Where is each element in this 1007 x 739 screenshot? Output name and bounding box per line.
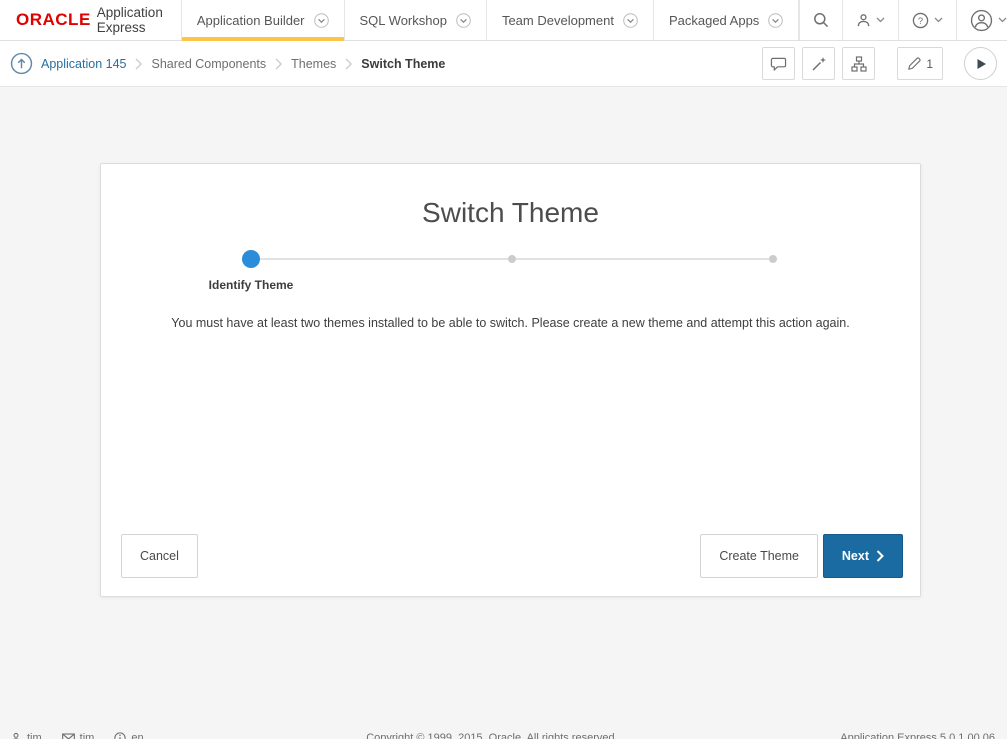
footer-user[interactable]: tim — [10, 732, 42, 739]
edit-page-number: 1 — [926, 57, 933, 71]
search-icon — [813, 12, 829, 28]
footer-version: Application Express 5.0.1.00.06 — [840, 732, 995, 739]
tab-sql-workshop[interactable]: SQL Workshop — [344, 0, 486, 40]
chevron-down-icon — [876, 17, 885, 23]
pencil-icon — [907, 57, 921, 71]
breadcrumb-separator-icon — [135, 58, 142, 70]
magic-wand-icon — [811, 56, 827, 72]
footer-copyright: Copyright © 1999, 2015, Oracle. All righ… — [366, 732, 617, 739]
wizard-step-3-dot — [769, 255, 777, 263]
edit-page-button[interactable]: 1 — [897, 47, 943, 80]
chevron-down-circle-icon[interactable] — [768, 13, 783, 28]
wizard-step-2-dot — [508, 255, 516, 263]
tab-label: Packaged Apps — [669, 13, 759, 28]
info-icon — [114, 732, 126, 739]
chevron-down-circle-icon[interactable] — [623, 13, 638, 28]
wizard-progress: Identify Theme — [251, 250, 773, 310]
cancel-button[interactable]: Cancel — [121, 534, 198, 578]
top-header: ORACLE Application Express Application B… — [0, 0, 1007, 41]
wizard-title: Switch Theme — [101, 197, 920, 229]
tab-application-builder[interactable]: Application Builder — [181, 0, 344, 40]
footer-workspace-label: tim — [80, 732, 95, 739]
account-menu-button[interactable] — [956, 0, 1007, 40]
oracle-logo: ORACLE — [16, 10, 91, 30]
wizard-step-current-dot — [242, 250, 260, 268]
speech-bubble-icon — [770, 56, 787, 72]
chevron-right-icon — [876, 550, 884, 562]
switch-theme-wizard-card: Switch Theme Identify Theme You must hav… — [100, 163, 921, 597]
help-icon: ? — [912, 12, 929, 29]
admin-user-icon — [856, 13, 871, 28]
next-button[interactable]: Next — [823, 534, 903, 578]
tab-label: Application Builder — [197, 13, 305, 28]
wizard-step-label: Identify Theme — [191, 278, 311, 292]
footer-language-label: en — [131, 732, 143, 739]
next-button-label: Next — [842, 549, 869, 563]
main-nav-tabs: Application Builder SQL Workshop Team De… — [181, 0, 799, 40]
footer-workspace[interactable]: tim — [62, 732, 95, 739]
play-icon — [975, 58, 987, 70]
tab-label: Team Development — [502, 13, 614, 28]
utilities-button[interactable] — [802, 47, 835, 80]
create-theme-button[interactable]: Create Theme — [700, 534, 818, 578]
breadcrumb-application[interactable]: Application 145 — [41, 57, 126, 71]
svg-text:?: ? — [918, 15, 923, 26]
breadcrumb-separator-icon — [275, 58, 282, 70]
search-button[interactable] — [799, 0, 842, 40]
tab-packaged-apps[interactable]: Packaged Apps — [653, 0, 799, 40]
up-level-icon[interactable] — [10, 52, 33, 75]
breadcrumb-shared-components[interactable]: Shared Components — [151, 57, 266, 71]
breadcrumb-themes[interactable]: Themes — [291, 57, 336, 71]
tab-team-development[interactable]: Team Development — [486, 0, 653, 40]
account-icon — [970, 9, 993, 32]
chevron-down-circle-icon[interactable] — [456, 13, 471, 28]
footer-session-info: tim tim en — [10, 732, 144, 739]
tab-label: SQL Workshop — [360, 13, 447, 28]
breadcrumb-current-page: Switch Theme — [361, 57, 445, 71]
apex-app: { "header": { "brand": "ORACLE", "produc… — [0, 0, 1007, 739]
sitemap-icon — [851, 56, 867, 72]
chevron-down-circle-icon[interactable] — [314, 13, 329, 28]
chevron-down-icon — [998, 17, 1007, 23]
header-utilities: ? — [799, 0, 1007, 40]
help-menu-button[interactable]: ? — [898, 0, 956, 40]
user-icon — [10, 732, 22, 739]
breadcrumb-bar: Application 145 Shared Components Themes… — [0, 41, 1007, 87]
footer-user-label: tim — [27, 732, 42, 739]
breadcrumb-separator-icon — [345, 58, 352, 70]
wizard-message: You must have at least two themes instal… — [101, 316, 920, 330]
run-application-button[interactable] — [964, 47, 997, 80]
envelope-icon — [62, 733, 75, 739]
product-name: Application Express — [97, 5, 163, 35]
feedback-button[interactable] — [762, 47, 795, 80]
footer-language[interactable]: en — [114, 732, 143, 739]
logo[interactable]: ORACLE Application Express — [0, 0, 181, 40]
breadcrumb: Application 145 Shared Components Themes… — [41, 57, 445, 71]
administration-menu-button[interactable] — [842, 0, 898, 40]
shared-components-button[interactable] — [842, 47, 875, 80]
page-action-buttons: 1 — [762, 47, 997, 80]
page-footer: tim tim en Copyright © 1999, 2015, Oracl… — [0, 727, 1007, 739]
chevron-down-icon — [934, 17, 943, 23]
